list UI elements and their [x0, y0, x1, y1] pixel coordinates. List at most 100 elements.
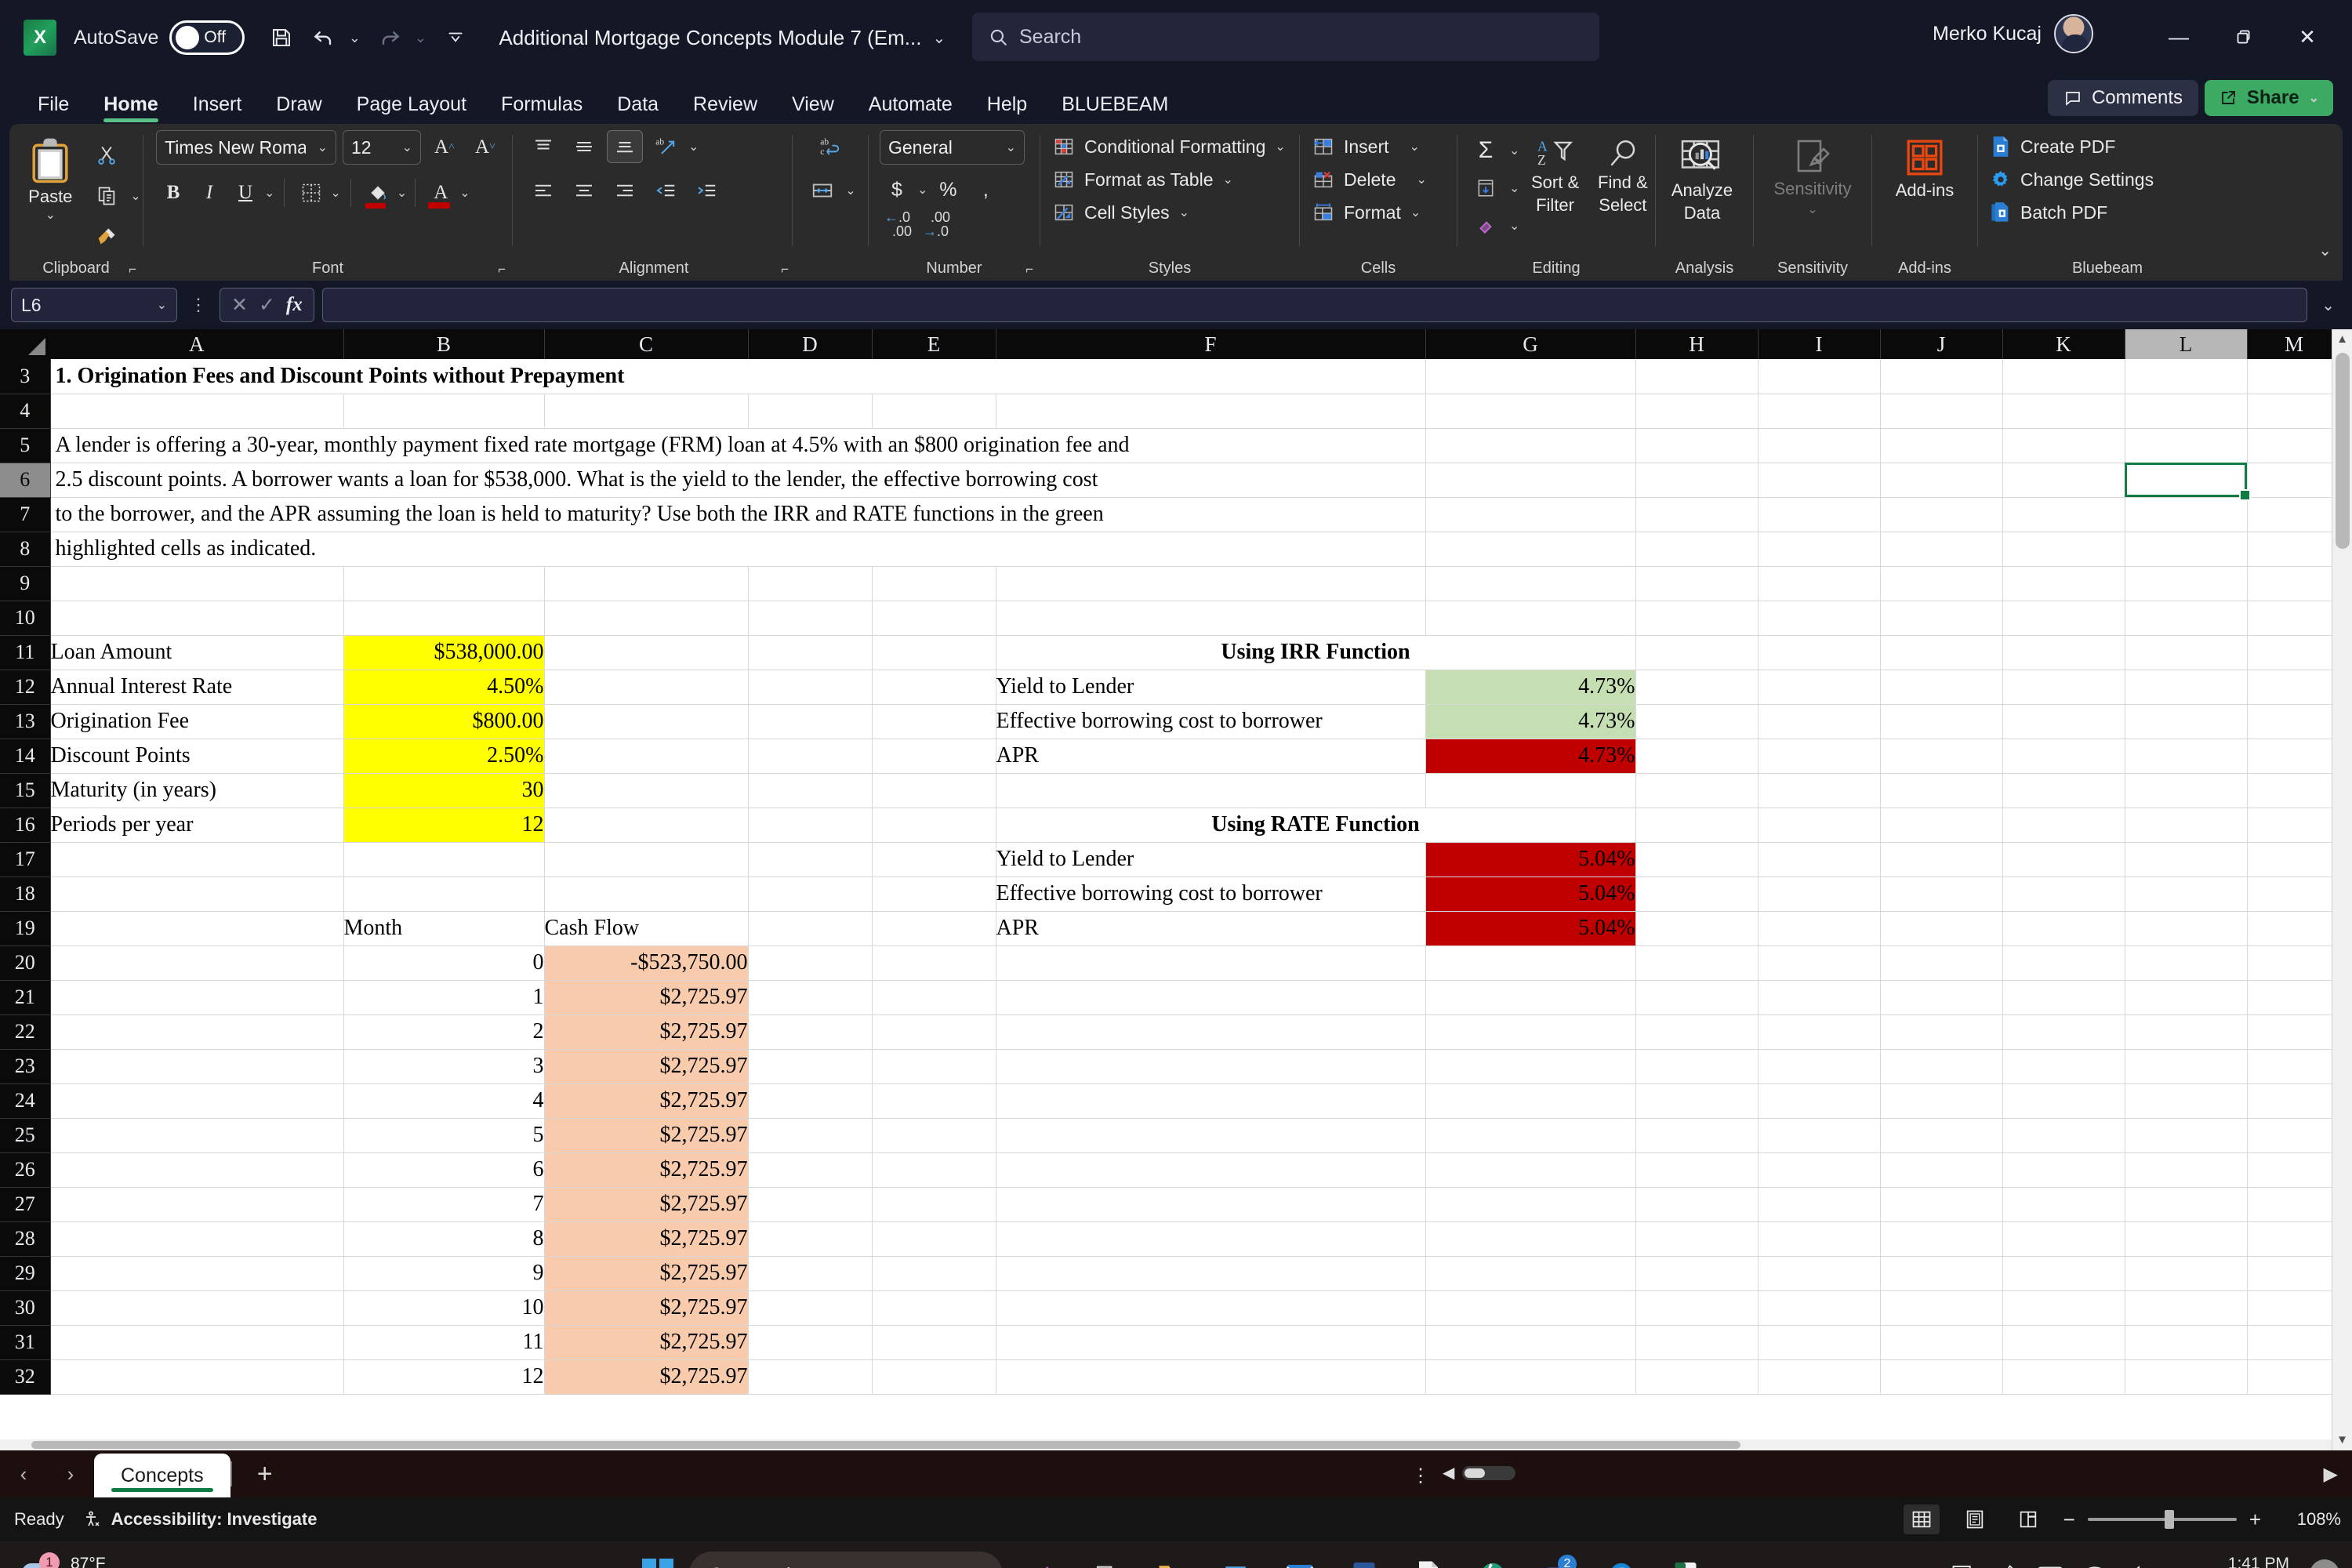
grid-cell[interactable]	[872, 1221, 996, 1257]
grid-cell[interactable]	[50, 1152, 344, 1188]
word-icon[interactable]: W	[1340, 1552, 1388, 1568]
cell-a8-problem-text[interactable]: highlighted cells as indicated.	[50, 532, 1426, 567]
grid-cell[interactable]	[1635, 1083, 1759, 1119]
cell-a12-label[interactable]: Annual Interest Rate	[50, 670, 344, 705]
grid-cell[interactable]	[2125, 773, 2248, 808]
excel-icon[interactable]: X	[1661, 1552, 1710, 1568]
grid-cell[interactable]	[343, 566, 545, 601]
cell-c30-cashflow[interactable]: $2,725.97	[544, 1290, 749, 1326]
grid-cell[interactable]	[2002, 1118, 2125, 1153]
tab-automate[interactable]: Automate	[851, 95, 970, 124]
row-header-7[interactable]: 7	[0, 497, 51, 532]
grid-cell[interactable]	[2125, 877, 2248, 912]
cell-c28-cashflow[interactable]: $2,725.97	[544, 1221, 749, 1257]
cell-c20-cashflow[interactable]: -$523,750.00	[544, 946, 749, 981]
percent-style-icon[interactable]: %	[931, 172, 965, 207]
cell-b32-month[interactable]: 12	[343, 1359, 545, 1395]
font-dialog-launcher[interactable]: ⌐	[498, 262, 506, 278]
grid-cell[interactable]	[872, 1083, 996, 1119]
name-box[interactable]: L6 ⌄	[11, 288, 177, 322]
grid-cell[interactable]	[1425, 1118, 1636, 1153]
grid-cell[interactable]	[872, 842, 996, 877]
share-dropdown-icon[interactable]: ⌄	[2309, 90, 2319, 106]
grid-cell[interactable]	[748, 1152, 873, 1188]
grid-cell[interactable]	[1758, 946, 1881, 981]
insert-dropdown-icon[interactable]: ⌄	[1410, 139, 1420, 154]
change-settings-button[interactable]: Change Settings	[1991, 163, 2237, 196]
cell-c32-cashflow[interactable]: $2,725.97	[544, 1359, 749, 1395]
grid-cell[interactable]	[2002, 980, 2125, 1015]
grid-cell[interactable]	[872, 1290, 996, 1326]
teams-icon[interactable]: T 2	[1533, 1552, 1581, 1568]
grid-cell[interactable]	[50, 980, 344, 1015]
grid-cell[interactable]	[2125, 1256, 2248, 1291]
decrease-font-size-icon[interactable]: A ˅	[468, 130, 503, 165]
grid-cell[interactable]	[996, 1152, 1426, 1188]
grid-cell[interactable]	[2247, 704, 2342, 739]
grid-cell[interactable]	[50, 601, 344, 636]
previous-sheet-icon[interactable]: ‹	[0, 1450, 47, 1497]
grid-cell[interactable]	[1758, 601, 1881, 636]
wifi-icon[interactable]	[2083, 1564, 2107, 1568]
grid-cell[interactable]	[1635, 1187, 1759, 1222]
grid-cell[interactable]	[1880, 635, 2003, 670]
vertical-scrollbar[interactable]: ▲ ▼	[2332, 329, 2352, 1450]
grid-cell[interactable]	[1635, 739, 1759, 774]
grid-cell[interactable]	[1758, 635, 1881, 670]
grid-cell[interactable]	[1635, 1325, 1759, 1360]
grid-cell[interactable]	[1758, 1014, 1881, 1050]
cell-b12-value[interactable]: 4.50%	[343, 670, 545, 705]
grid-cell[interactable]	[748, 1083, 873, 1119]
cell-a16-label[interactable]: Periods per year	[50, 808, 344, 843]
grid-cell[interactable]	[1425, 1290, 1636, 1326]
grid-cell[interactable]	[2125, 842, 2248, 877]
pen-icon[interactable]	[1995, 1563, 2017, 1568]
grid-cell[interactable]	[872, 980, 996, 1015]
add-sheet-button[interactable]: +	[232, 1450, 298, 1497]
delete-cells-button[interactable]: Delete ⌄	[1312, 163, 1457, 196]
paste-dropdown-icon[interactable]: ⌄	[45, 207, 56, 223]
grid-cell[interactable]	[872, 773, 996, 808]
cell-f14-label[interactable]: APR	[996, 739, 1426, 774]
grid-cell[interactable]	[1425, 1083, 1636, 1119]
grid-cell[interactable]	[1635, 394, 1759, 429]
cell-f16-heading[interactable]: Using RATE Function	[996, 808, 1636, 843]
scroll-down-icon[interactable]: ▼	[2332, 1430, 2352, 1450]
grid-cell[interactable]	[748, 1290, 873, 1326]
grid-cell[interactable]	[1758, 980, 1881, 1015]
grid-cell[interactable]	[748, 704, 873, 739]
collapse-ribbon-icon[interactable]: ⌄	[2318, 241, 2332, 260]
column-header-a[interactable]: A	[50, 329, 344, 359]
grid-cell[interactable]	[50, 1049, 344, 1084]
format-cells-button[interactable]: Format ⌄	[1312, 196, 1457, 229]
grid-cell[interactable]	[2002, 601, 2125, 636]
grid-cell[interactable]	[1635, 428, 1759, 463]
grid-cell[interactable]	[2002, 1221, 2125, 1257]
alignment-dialog-launcher[interactable]: ⌐	[781, 262, 789, 278]
cancel-icon[interactable]: ✕	[231, 293, 248, 317]
orientation-icon[interactable]: ab	[648, 130, 684, 163]
grid-cell[interactable]	[748, 601, 873, 636]
sheet-tab-options-icon[interactable]: ⋮	[1411, 1465, 1430, 1487]
save-icon[interactable]	[262, 18, 301, 57]
fill-dropdown-icon[interactable]: ⌄	[1509, 180, 1519, 196]
grid-cell[interactable]	[1635, 1118, 1759, 1153]
document-title-dropdown-icon[interactable]: ⌄	[932, 28, 946, 48]
grid-cell[interactable]	[1880, 808, 2003, 843]
sensitivity-button[interactable]: Sensitivity ⌄	[1754, 130, 1871, 217]
grid-cell[interactable]	[872, 946, 996, 981]
grid-cell[interactable]	[2247, 773, 2342, 808]
grid-cell[interactable]	[872, 911, 996, 946]
align-right-icon[interactable]	[607, 174, 643, 207]
grid-cell[interactable]	[2247, 1049, 2342, 1084]
cell-b20-month[interactable]: 0	[343, 946, 545, 981]
grid-cell[interactable]	[748, 1118, 873, 1153]
align-bottom-icon[interactable]	[607, 130, 643, 163]
sort-filter-button[interactable]: A Z Sort & Filter	[1523, 130, 1587, 281]
grid-cell[interactable]	[1880, 566, 2003, 601]
grid-cell[interactable]	[1425, 428, 1636, 463]
cell-g18-value[interactable]: 5.04%	[1425, 877, 1636, 912]
page-layout-view-icon[interactable]	[1957, 1504, 1993, 1534]
page-break-view-icon[interactable]	[2010, 1504, 2046, 1534]
grid-cell[interactable]	[872, 808, 996, 843]
